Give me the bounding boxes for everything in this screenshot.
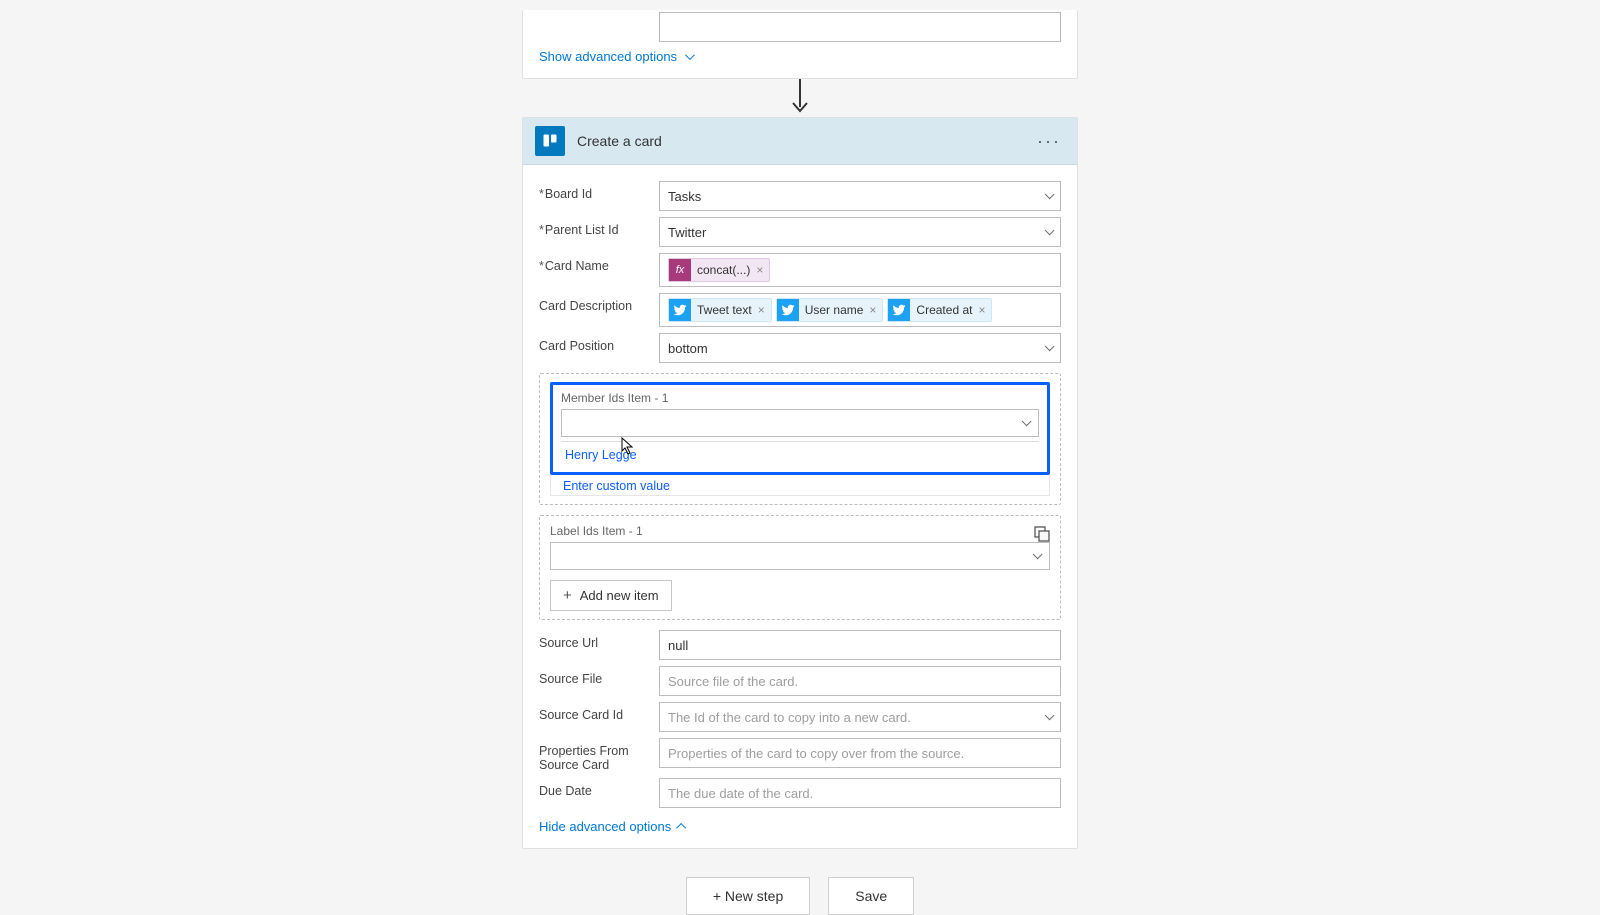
member-ids-dropdown: Henry Legge: [561, 441, 1039, 468]
label-ids-select[interactable]: [550, 542, 1050, 570]
card-desc-input[interactable]: Tweet text × User name × Created at ×: [659, 293, 1061, 327]
source-url-value: null: [668, 638, 688, 653]
label-card-pos: Card Position: [539, 333, 659, 353]
save-button[interactable]: Save: [828, 877, 914, 915]
due-date-placeholder: The due date of the card.: [668, 786, 813, 801]
trigger-card-partial: Show advanced options: [522, 10, 1078, 79]
plus-icon: +: [563, 587, 572, 604]
token-formula-concat[interactable]: fx concat(...) ×: [668, 258, 770, 282]
chevron-down-icon: [685, 50, 695, 60]
member-ids-select[interactable]: [561, 409, 1039, 437]
twitter-icon: [777, 299, 799, 321]
fx-icon: fx: [669, 259, 691, 281]
add-item-label: Add new item: [580, 588, 659, 603]
chevron-down-icon: [1032, 547, 1039, 565]
show-advanced-link[interactable]: Show advanced options: [539, 49, 692, 64]
twitter-icon: [669, 299, 691, 321]
label-source-card-id: Source Card Id: [539, 702, 659, 722]
trello-icon: [535, 126, 565, 156]
label-ids-label: Label Ids Item - 1: [550, 524, 1050, 538]
source-file-input[interactable]: Source file of the card.: [659, 666, 1061, 696]
token-tweet-text[interactable]: Tweet text ×: [668, 298, 772, 322]
board-id-select[interactable]: Tasks: [659, 181, 1061, 211]
source-card-id-select[interactable]: The Id of the card to copy into a new ca…: [659, 702, 1061, 732]
token-user-name[interactable]: User name ×: [776, 298, 884, 322]
trigger-field-placeholder[interactable]: [659, 12, 1061, 42]
chevron-up-icon: [676, 823, 686, 833]
member-ids-label: Member Ids Item - 1: [561, 391, 1039, 405]
token-remove-icon[interactable]: ×: [756, 263, 763, 277]
twitter-icon: [888, 299, 910, 321]
token-created-at[interactable]: Created at ×: [887, 298, 992, 322]
create-card-action: Create a card ··· Board Id Tasks Parent …: [522, 117, 1078, 849]
label-parent-list: Parent List Id: [539, 217, 659, 237]
hide-advanced-link[interactable]: Hide advanced options: [539, 819, 686, 834]
props-source-input[interactable]: Properties of the card to copy over from…: [659, 738, 1061, 768]
due-date-input[interactable]: The due date of the card.: [659, 778, 1061, 808]
chevron-down-icon: [1021, 414, 1028, 432]
card-pos-value: bottom: [668, 341, 708, 356]
source-card-id-placeholder: The Id of the card to copy into a new ca…: [668, 710, 911, 725]
label-source-url: Source Url: [539, 630, 659, 650]
source-file-placeholder: Source file of the card.: [668, 674, 798, 689]
card-name-input[interactable]: fx concat(...) ×: [659, 253, 1061, 287]
label-card-name: Card Name: [539, 253, 659, 273]
card-pos-select[interactable]: bottom: [659, 333, 1061, 363]
token-remove-icon[interactable]: ×: [978, 303, 985, 317]
token-text: User name: [805, 303, 864, 317]
new-step-button[interactable]: + New step: [686, 877, 810, 915]
label-props-source: Properties From Source Card: [539, 738, 659, 772]
token-remove-icon[interactable]: ×: [758, 303, 765, 317]
action-menu-button[interactable]: ···: [1033, 131, 1065, 152]
label-board-id: Board Id: [539, 181, 659, 201]
label-ids-group: Label Ids Item - 1 + Add new item: [539, 515, 1061, 620]
token-text: concat(...): [697, 263, 750, 277]
action-title: Create a card: [577, 133, 1033, 149]
hide-advanced-label: Hide advanced options: [539, 819, 671, 834]
member-ids-item: Member Ids Item - 1 Henry Legge: [550, 382, 1050, 475]
label-source-file: Source File: [539, 666, 659, 686]
show-advanced-label: Show advanced options: [539, 49, 677, 64]
token-text: Tweet text: [697, 303, 752, 317]
props-source-placeholder: Properties of the card to copy over from…: [668, 746, 964, 761]
token-remove-icon[interactable]: ×: [869, 303, 876, 317]
source-url-input[interactable]: null: [659, 630, 1061, 660]
label-card-desc: Card Description: [539, 293, 659, 313]
dropdown-option-henry[interactable]: Henry Legge: [561, 442, 1039, 468]
add-new-item-button[interactable]: + Add new item: [550, 580, 672, 611]
flow-connector-arrow: [522, 79, 1078, 117]
footer-buttons: + New step Save: [522, 877, 1078, 915]
board-id-value: Tasks: [668, 189, 701, 204]
dropdown-option-custom[interactable]: Enter custom value: [550, 475, 1050, 496]
action-header[interactable]: Create a card ···: [523, 118, 1077, 165]
label-due-date: Due Date: [539, 778, 659, 798]
token-text: Created at: [916, 303, 972, 317]
member-ids-group: Member Ids Item - 1 Henry Legge Enter cu…: [539, 373, 1061, 505]
parent-list-value: Twitter: [668, 225, 706, 240]
parent-list-select[interactable]: Twitter: [659, 217, 1061, 247]
